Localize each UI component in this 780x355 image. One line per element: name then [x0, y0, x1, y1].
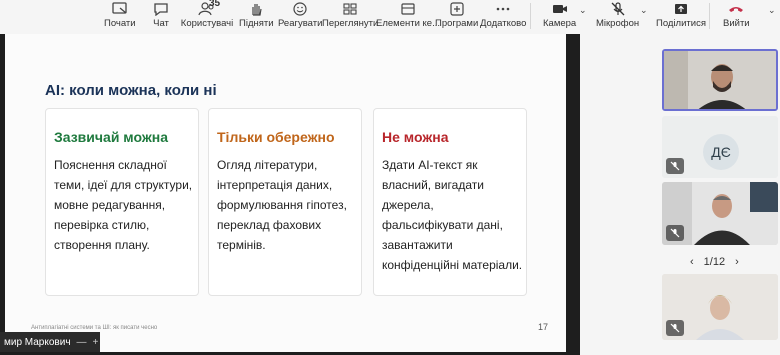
- controls-label: Елементи ке...: [376, 18, 440, 29]
- card-allowed: Зазвичай можна Пояснення складної теми, …: [45, 108, 199, 296]
- card-title: Не можна: [382, 129, 449, 145]
- camera-icon: [551, 0, 569, 17]
- next-page-chevron-icon[interactable]: ›: [735, 256, 739, 268]
- mic-options-chevron-icon[interactable]: ⌄: [640, 5, 648, 16]
- apps-plus-icon: [448, 0, 466, 17]
- people-count: 35: [209, 0, 221, 9]
- card-title: Зазвичай можна: [54, 129, 169, 145]
- phone-hangup-icon: [727, 0, 745, 17]
- toolbar-divider: [709, 3, 710, 29]
- camera-button[interactable]: Камера: [543, 0, 576, 32]
- view-button[interactable]: Переглянути: [322, 0, 378, 32]
- presenter-name: мир Маркович: [4, 336, 71, 348]
- people-label: Користувачі: [180, 18, 234, 29]
- toolbar-divider: [530, 3, 531, 29]
- grid-view-icon: [341, 0, 359, 17]
- card-title: Тільки обережно: [217, 129, 335, 145]
- controls-button[interactable]: Елементи ке...: [376, 0, 440, 32]
- view-label: Переглянути: [322, 18, 379, 29]
- plus-icon[interactable]: +: [93, 337, 99, 348]
- share-label: Поділитися: [656, 18, 706, 29]
- card-text: Огляд літератури, інтерпретація даних, ф…: [217, 158, 347, 252]
- meeting-toolbar: Почати Чат 35 Користувачі Підняти Реагув…: [0, 0, 780, 34]
- participant-avatar: ДЄ: [703, 134, 739, 170]
- apps-label: Програми: [435, 18, 479, 29]
- card-text: Здати AI-текст як власний, вигадати джер…: [382, 158, 523, 272]
- leave-label: Вийти: [723, 18, 750, 29]
- leave-options-chevron-icon[interactable]: ⌄: [768, 5, 776, 16]
- participant-video: [664, 51, 776, 109]
- participant-tile-video[interactable]: [662, 182, 778, 245]
- mic-muted-icon: [666, 225, 684, 241]
- presenter-name-chip: мир Маркович — +: [0, 332, 100, 352]
- chat-label: Чат: [153, 18, 169, 29]
- mic-button[interactable]: Мікрофон: [596, 0, 639, 32]
- smiley-icon: [291, 0, 309, 17]
- slide-page-number: 17: [538, 322, 549, 332]
- mic-label: Мікрофон: [596, 18, 640, 29]
- pager-text: 1/12: [703, 256, 726, 268]
- leave-button[interactable]: Вийти: [723, 0, 750, 32]
- chat-icon: [152, 0, 170, 17]
- minus-icon[interactable]: —: [77, 337, 87, 348]
- raise-hand-button[interactable]: Підняти: [239, 0, 274, 32]
- mic-off-icon: [609, 0, 627, 17]
- mic-muted-icon: [666, 158, 684, 174]
- participants-panel: ДЄ ‹ 1/12 ›: [580, 34, 780, 355]
- card-caution: Тільки обережно Огляд літератури, інтерп…: [208, 108, 362, 296]
- react-button[interactable]: Реагувати: [278, 0, 322, 32]
- participants-pager: ‹ 1/12 ›: [690, 256, 739, 268]
- people-button[interactable]: 35 Користувачі: [180, 0, 234, 32]
- start-label: Почати: [104, 18, 136, 29]
- stage-edge: [566, 34, 580, 355]
- start-button[interactable]: Почати: [104, 0, 136, 32]
- prev-page-chevron-icon[interactable]: ‹: [690, 256, 694, 268]
- controls-icon: [399, 0, 417, 17]
- slide-footer: Антиплагіатні системи та ШІ: як писати ч…: [31, 325, 158, 331]
- card-text: Пояснення складної теми, ідеї для структ…: [54, 158, 193, 252]
- share-button[interactable]: Поділитися: [656, 0, 706, 32]
- start-icon: [111, 0, 129, 17]
- share-icon: [672, 0, 690, 17]
- camera-options-chevron-icon[interactable]: ⌄: [579, 5, 587, 16]
- react-label: Реагувати: [278, 18, 323, 29]
- more-button[interactable]: Додатково: [480, 0, 526, 32]
- raise-hand-label: Підняти: [239, 18, 274, 29]
- more-dots-icon: [494, 0, 512, 17]
- apps-button[interactable]: Програми: [435, 0, 478, 32]
- participant-tile-video[interactable]: [662, 274, 778, 340]
- more-label: Додатково: [480, 18, 527, 29]
- participant-tile-initials[interactable]: ДЄ: [662, 116, 778, 178]
- people-icon: 35: [184, 0, 230, 17]
- chat-button[interactable]: Чат: [152, 0, 170, 32]
- slide-title: AI: коли можна, коли ні: [45, 82, 217, 99]
- card-forbidden: Не можна Здати AI-текст як власний, вига…: [373, 108, 527, 296]
- shared-content-stage: AI: коли можна, коли ні Зазвичай можна П…: [0, 34, 580, 355]
- mic-muted-icon: [666, 320, 684, 336]
- hand-icon: [247, 0, 265, 17]
- participant-tile-speaker[interactable]: [662, 49, 778, 111]
- camera-label: Камера: [543, 18, 577, 29]
- presentation-slide: AI: коли можна, коли ні Зазвичай можна П…: [5, 34, 566, 352]
